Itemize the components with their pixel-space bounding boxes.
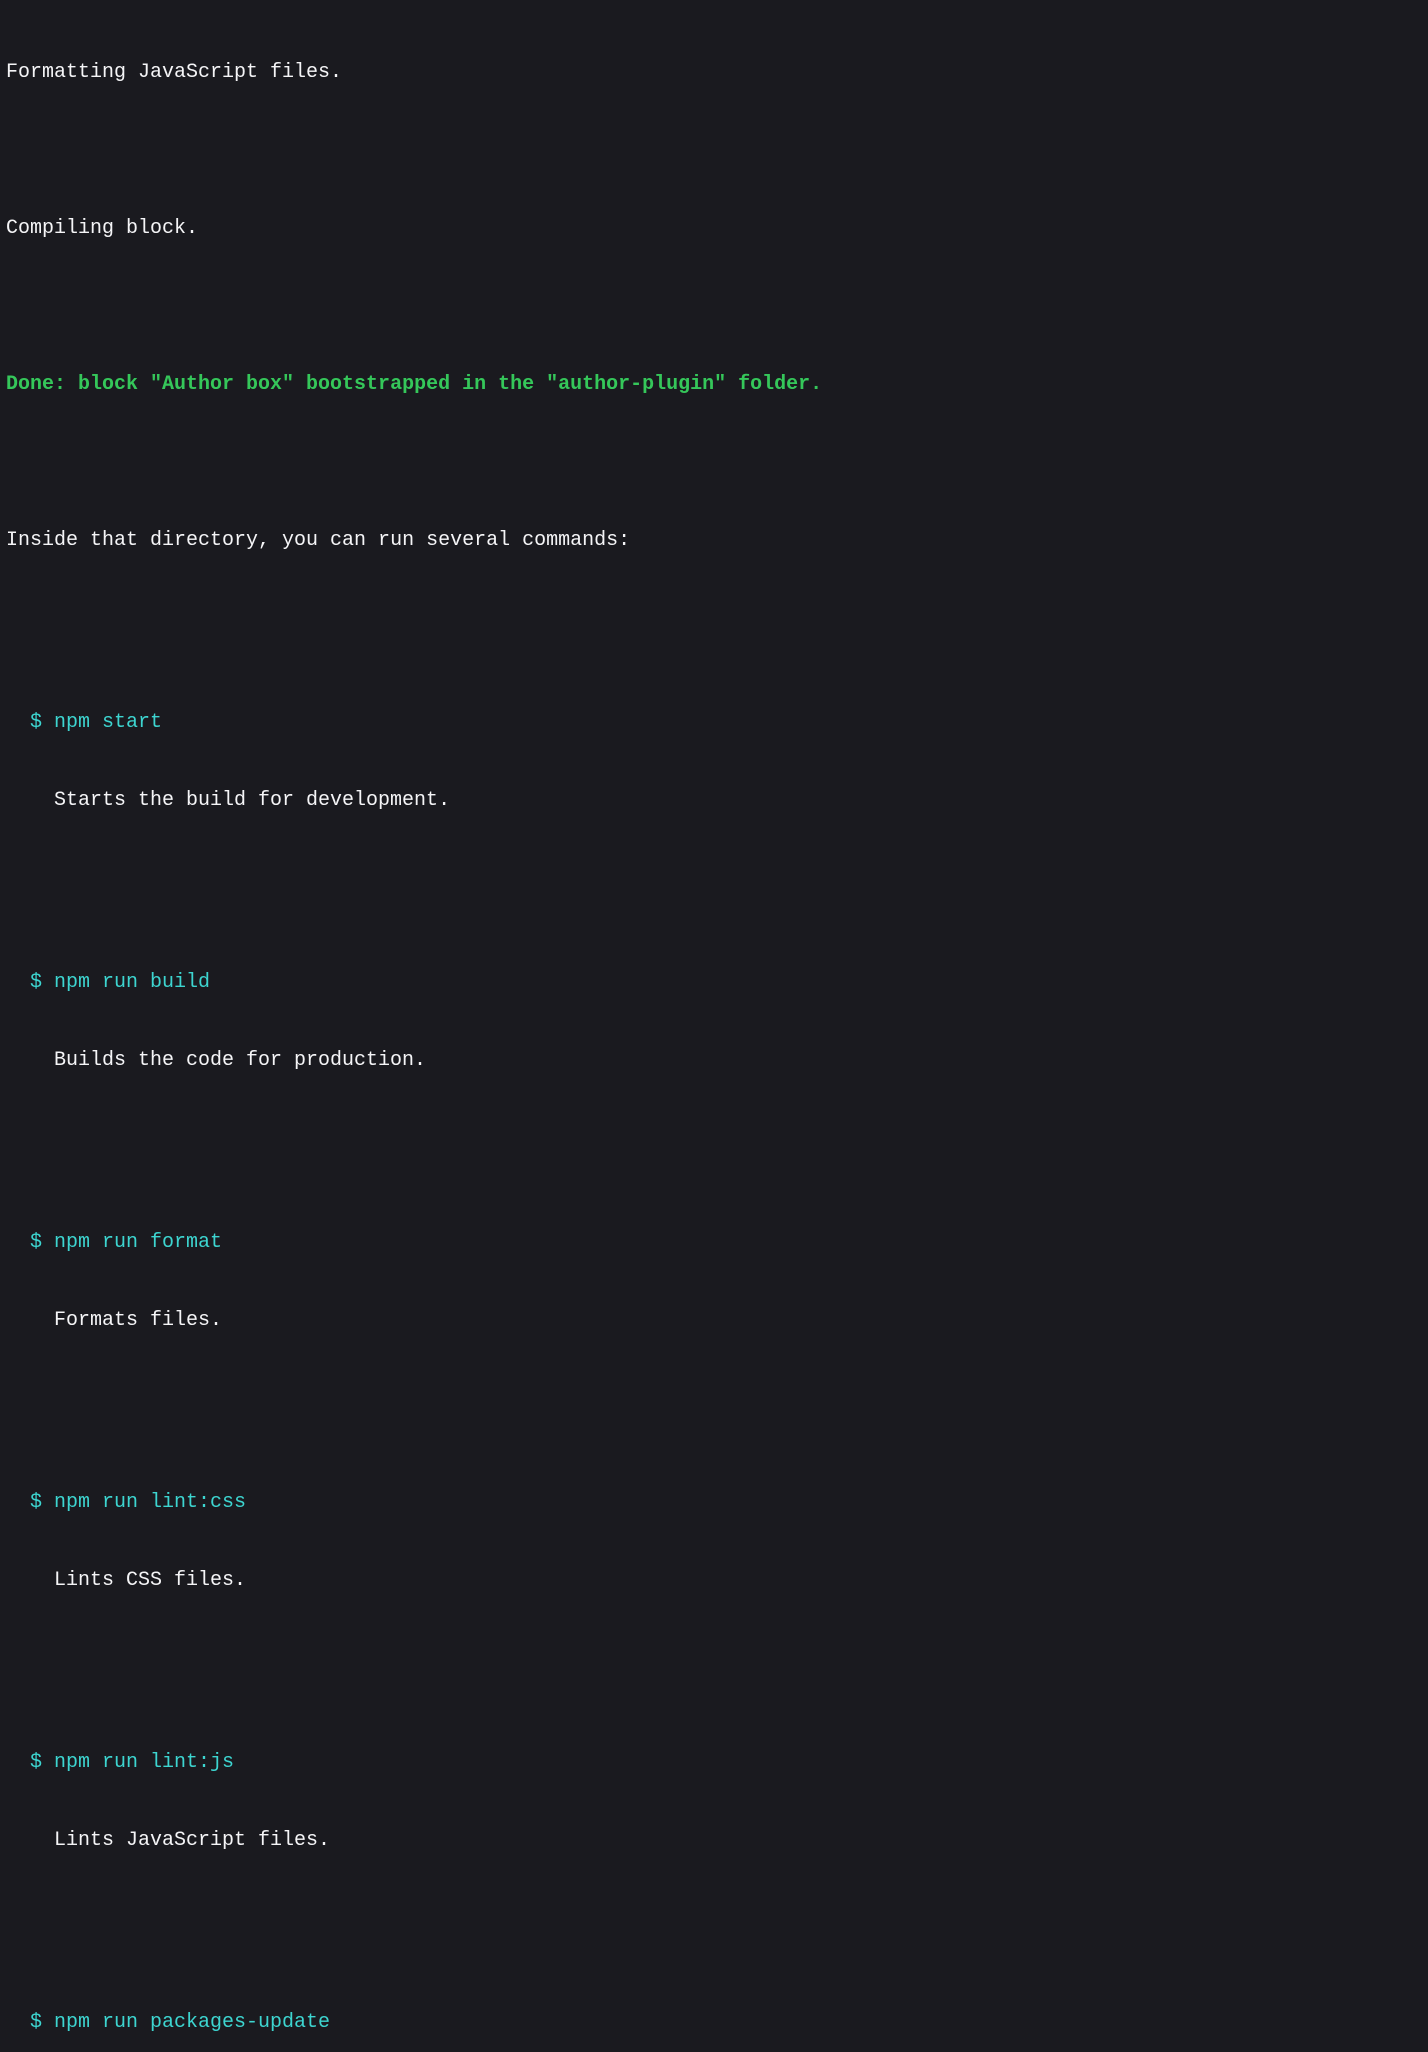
- blank-line: [6, 1126, 1422, 1152]
- blank-line: [6, 138, 1422, 164]
- terminal-output[interactable]: Formatting JavaScript files. Compiling b…: [6, 8, 1422, 2052]
- cmd-npm-format-desc: Formats files.: [6, 1308, 1422, 1334]
- cmd-npm-lintjs: $ npm run lint:js: [6, 1750, 1422, 1776]
- cmd-npm-start-desc: Starts the build for development.: [6, 788, 1422, 814]
- status-compiling: Compiling block.: [6, 216, 1422, 242]
- cmd-npm-packages: $ npm run packages-update: [6, 2010, 1422, 2036]
- cmd-npm-build: $ npm run build: [6, 970, 1422, 996]
- cmd-npm-lintjs-desc: Lints JavaScript files.: [6, 1828, 1422, 1854]
- blank-line: [6, 866, 1422, 892]
- blank-line: [6, 1386, 1422, 1412]
- blank-line: [6, 294, 1422, 320]
- status-formatting: Formatting JavaScript files.: [6, 60, 1422, 86]
- blank-line: [6, 1906, 1422, 1932]
- cmd-npm-lintcss-desc: Lints CSS files.: [6, 1568, 1422, 1594]
- cmd-npm-format: $ npm run format: [6, 1230, 1422, 1256]
- blank-line: [6, 450, 1422, 476]
- cmd-npm-start: $ npm start: [6, 710, 1422, 736]
- cmd-npm-lintcss: $ npm run lint:css: [6, 1490, 1422, 1516]
- status-done: Done: block "Author box" bootstrapped in…: [6, 372, 1422, 398]
- cmd-npm-build-desc: Builds the code for production.: [6, 1048, 1422, 1074]
- blank-line: [6, 606, 1422, 632]
- blank-line: [6, 1646, 1422, 1672]
- intro-text: Inside that directory, you can run sever…: [6, 528, 1422, 554]
